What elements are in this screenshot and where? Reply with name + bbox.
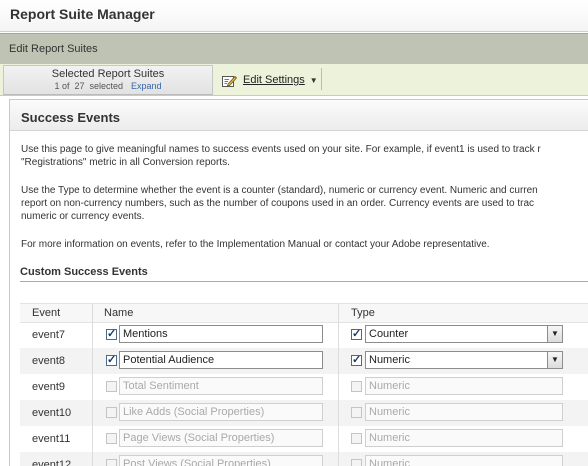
table-row: event12 Post Views (Social Properties) N… bbox=[20, 452, 588, 466]
event-name-input[interactable]: Page Views (Social Properties) bbox=[119, 429, 323, 447]
event-id: event11 bbox=[32, 433, 71, 445]
intro-line-1: Use this page to give meaningful names t… bbox=[21, 144, 541, 155]
type-help-line-1: Use the Type to determine whether the ev… bbox=[21, 185, 538, 196]
selected-report-suites-title: Selected Report Suites bbox=[51, 68, 165, 80]
column-separator bbox=[338, 426, 339, 452]
more-info-text: For more information on events, refer to… bbox=[21, 239, 490, 250]
type-checkbox[interactable] bbox=[351, 327, 362, 340]
header-event: Event bbox=[32, 307, 61, 319]
event-type-value: Numeric bbox=[369, 380, 410, 392]
event-name-input[interactable]: Like Adds (Social Properties) bbox=[119, 403, 323, 421]
enable-checkbox[interactable] bbox=[106, 327, 117, 340]
enable-checkbox[interactable] bbox=[106, 353, 117, 366]
header-name: Name bbox=[104, 307, 134, 319]
event-type-value: Numeric bbox=[369, 354, 410, 366]
event-name-input[interactable]: Post Views (Social Properties) bbox=[119, 455, 323, 466]
header-type: Type bbox=[351, 307, 375, 319]
table-row: event7 Mentions Counter ▼ bbox=[20, 322, 588, 348]
edit-settings-label[interactable]: Edit Settings bbox=[243, 74, 305, 86]
event-name-input[interactable]: Total Sentiment bbox=[119, 377, 323, 395]
event-name-input[interactable]: Mentions bbox=[119, 325, 323, 343]
column-separator bbox=[92, 374, 93, 400]
type-checkbox[interactable] bbox=[351, 433, 362, 444]
column-separator bbox=[92, 426, 93, 452]
column-separator bbox=[338, 452, 339, 466]
section-rule bbox=[20, 281, 588, 282]
table-row: event11 Page Views (Social Properties) N… bbox=[20, 426, 588, 452]
section-title: Custom Success Events bbox=[20, 266, 148, 278]
selected-report-suites-box[interactable]: Selected Report Suites 1 of 27 selected E… bbox=[3, 65, 213, 95]
event-type-select[interactable]: Numeric ▼ bbox=[365, 351, 563, 369]
type-checkbox[interactable] bbox=[351, 381, 362, 392]
event-id: event8 bbox=[32, 355, 66, 367]
app-title-bar: Report Suite Manager bbox=[0, 0, 588, 32]
column-separator bbox=[338, 400, 339, 426]
selected-count: 1 of 27 selected Expand bbox=[4, 81, 212, 91]
edit-settings-menu[interactable]: Edit Settings ▼ bbox=[222, 72, 318, 88]
column-separator bbox=[92, 348, 93, 374]
table-row: event10 Like Adds (Social Properties) Nu… bbox=[20, 400, 588, 426]
event-id: event7 bbox=[32, 329, 66, 341]
event-type-value: Numeric bbox=[369, 406, 410, 418]
column-separator bbox=[338, 304, 339, 322]
enable-checkbox[interactable] bbox=[106, 433, 117, 444]
intro-line-2: "Registrations" metric in all Conversion… bbox=[21, 157, 230, 168]
chevron-down-icon: ▼ bbox=[547, 326, 562, 342]
event-type-value: Numeric bbox=[369, 432, 410, 444]
chevron-down-icon: ▼ bbox=[547, 352, 562, 368]
app-title: Report Suite Manager bbox=[10, 6, 155, 22]
column-separator bbox=[92, 400, 93, 426]
column-separator bbox=[338, 322, 339, 348]
type-help-line-2: report on non-currency numbers, such as … bbox=[21, 198, 535, 209]
column-separator bbox=[92, 322, 93, 348]
table-row: event9 Total Sentiment Numeric bbox=[20, 374, 588, 400]
subheader-title: Edit Report Suites bbox=[9, 43, 98, 55]
event-id: event9 bbox=[32, 381, 66, 393]
event-type-select[interactable]: Numeric bbox=[365, 377, 563, 395]
column-separator bbox=[338, 374, 339, 400]
edit-report-suites-bar: Edit Report Suites bbox=[0, 33, 588, 65]
toolbar-divider bbox=[321, 68, 322, 90]
event-type-select[interactable]: Numeric bbox=[365, 455, 563, 466]
event-id: event10 bbox=[32, 407, 72, 419]
enable-checkbox[interactable] bbox=[106, 407, 117, 418]
type-checkbox[interactable] bbox=[351, 353, 362, 366]
type-checkbox[interactable] bbox=[351, 407, 362, 418]
event-type-select[interactable]: Numeric bbox=[365, 429, 563, 447]
panel-title: Success Events bbox=[21, 110, 121, 125]
event-type-value: Counter bbox=[369, 328, 409, 340]
column-separator bbox=[92, 304, 93, 322]
table-row: event8 Potential Audience Numeric ▼ bbox=[20, 348, 588, 374]
expand-link[interactable]: Expand bbox=[131, 81, 162, 91]
selected-count-text: 1 of 27 selected bbox=[54, 81, 123, 91]
type-help-line-3: numeric or currency events. bbox=[21, 211, 145, 222]
event-type-select[interactable]: Numeric bbox=[365, 403, 563, 421]
triangle-down-icon: ▼ bbox=[309, 75, 318, 85]
enable-checkbox[interactable] bbox=[106, 381, 117, 392]
toolbar: Selected Report Suites 1 of 27 selected E… bbox=[0, 64, 588, 96]
panel-header: Success Events bbox=[10, 100, 588, 131]
pencil-edit-icon bbox=[222, 75, 237, 87]
table-header-row: Event Name Type bbox=[20, 303, 588, 323]
column-separator bbox=[92, 452, 93, 466]
event-name-input[interactable]: Potential Audience bbox=[119, 351, 323, 369]
success-events-panel: Success Events Use this page to give mea… bbox=[9, 99, 588, 466]
event-type-select[interactable]: Counter ▼ bbox=[365, 325, 563, 343]
column-separator bbox=[338, 348, 339, 374]
